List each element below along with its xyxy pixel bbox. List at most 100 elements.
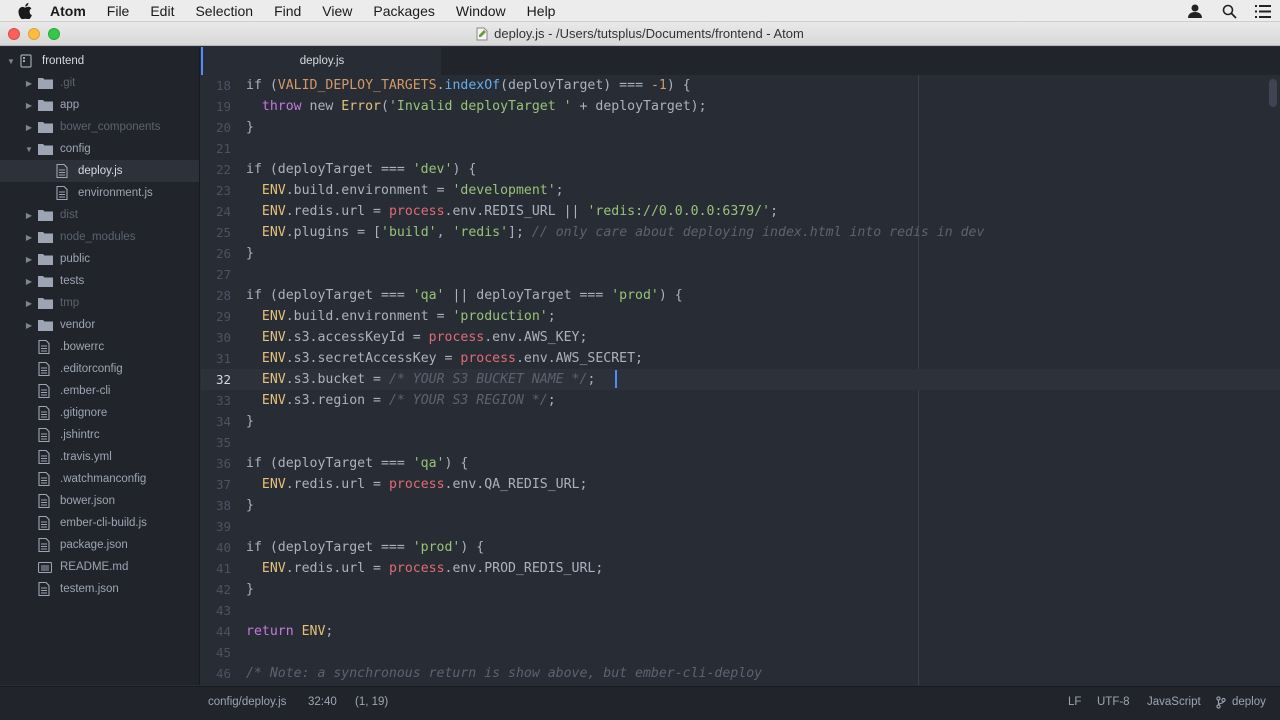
code-line[interactable]: 45 xyxy=(201,642,1280,663)
tree-root-frontend[interactable]: ▼ frontend xyxy=(0,50,199,72)
code-line[interactable]: 43 xyxy=(201,600,1280,621)
code-line[interactable]: 29 ENV.build.environment = 'production'; xyxy=(201,306,1280,327)
code-line[interactable]: 41 ENV.redis.url = process.env.PROD_REDI… xyxy=(201,558,1280,579)
code-line[interactable]: 19 throw new Error('Invalid deployTarget… xyxy=(201,96,1280,117)
folder-icon xyxy=(38,274,54,288)
tree-item-watchmanconfig[interactable]: .watchmanconfig xyxy=(0,468,199,490)
status-line-ending[interactable]: LF xyxy=(1068,687,1081,717)
code-line[interactable]: 33 ENV.s3.region = /* YOUR S3 REGION */; xyxy=(201,390,1280,411)
tree-item-label: dist xyxy=(60,209,78,221)
tree-item-jshintrc[interactable]: .jshintrc xyxy=(0,424,199,446)
code-line[interactable]: 30 ENV.s3.accessKeyId = process.env.AWS_… xyxy=(201,327,1280,348)
search-icon[interactable] xyxy=(1212,0,1246,22)
code-line[interactable]: 31 ENV.s3.secretAccessKey = process.env.… xyxy=(201,348,1280,369)
code-line[interactable]: 25 ENV.plugins = ['build', 'redis']; // … xyxy=(201,222,1280,243)
status-encoding[interactable]: UTF-8 xyxy=(1097,687,1130,717)
code-token: ENV xyxy=(261,351,286,366)
tree-item-tmp[interactable]: ▶ tmp xyxy=(0,292,199,314)
code-line[interactable]: 22 if (deployTarget === 'dev') { xyxy=(201,159,1280,180)
code-line[interactable]: 35 xyxy=(201,432,1280,453)
code-token: .build.environment = xyxy=(285,183,453,198)
code-line[interactable]: 38} xyxy=(201,495,1280,516)
tree-item-dist[interactable]: ▶ dist xyxy=(0,204,199,226)
tree-item-vendor[interactable]: ▶ vendor xyxy=(0,314,199,336)
menu-edit[interactable]: Edit xyxy=(150,0,174,22)
list-icon[interactable] xyxy=(1246,0,1280,22)
status-grammar[interactable]: JavaScript xyxy=(1147,687,1201,717)
file-icon xyxy=(38,362,54,376)
tree-item-git[interactable]: ▶ .git xyxy=(0,72,199,94)
tree-item-package-json[interactable]: package.json xyxy=(0,534,199,556)
menu-view[interactable]: View xyxy=(322,0,352,22)
code-line[interactable]: 39 xyxy=(201,516,1280,537)
code-line[interactable]: 42} xyxy=(201,579,1280,600)
code-token: VALID_DEPLOY_TARGETS xyxy=(277,78,437,93)
zoom-window-button[interactable] xyxy=(48,28,60,40)
code-line[interactable]: 20} xyxy=(201,117,1280,138)
code-editor[interactable]: 18 if (VALID_DEPLOY_TARGETS.indexOf(deplo… xyxy=(201,75,1280,685)
menu-packages[interactable]: Packages xyxy=(373,0,434,22)
code-token: , xyxy=(436,225,453,240)
status-git-branch[interactable]: deploy xyxy=(1216,687,1266,717)
code-line[interactable]: 40 if (deployTarget === 'prod') { xyxy=(201,537,1280,558)
line-number: 45 xyxy=(215,645,231,660)
code-token: process xyxy=(460,351,516,366)
file-icon xyxy=(38,582,54,596)
code-token: ) { xyxy=(452,162,477,177)
code-token: 'development' xyxy=(452,183,556,198)
user-icon[interactable] xyxy=(1178,0,1212,22)
code-token: ; xyxy=(547,393,556,408)
menu-file[interactable]: File xyxy=(107,0,130,22)
code-line[interactable]: 36 if (deployTarget === 'qa') { xyxy=(201,453,1280,474)
tree-item-config[interactable]: ▼ config xyxy=(0,138,199,160)
chevron-right-icon: ▶ xyxy=(25,320,33,330)
code-line[interactable]: 46 /* Note: a synchronous return is show … xyxy=(201,663,1280,684)
minimize-window-button[interactable] xyxy=(28,28,40,40)
tree-item-bowerrc[interactable]: .bowerrc xyxy=(0,336,199,358)
tree-item-deploy-js[interactable]: deploy.js xyxy=(0,160,199,182)
code-line[interactable]: 44 return ENV; xyxy=(201,621,1280,642)
tree-item-travis-yml[interactable]: .travis.yml xyxy=(0,446,199,468)
tab-deploy-js[interactable]: deploy.js xyxy=(201,47,441,75)
close-window-button[interactable] xyxy=(8,28,20,40)
line-number: 36 xyxy=(215,456,231,471)
line-number: 34 xyxy=(215,414,231,429)
apple-icon[interactable] xyxy=(18,0,36,22)
code-line[interactable]: 21 xyxy=(201,138,1280,159)
code-line[interactable]: 27 xyxy=(201,264,1280,285)
tree-item-environment-js[interactable]: environment.js xyxy=(0,182,199,204)
code-line[interactable]: 23 ENV.build.environment = 'development'… xyxy=(201,180,1280,201)
tree-item-tests[interactable]: ▶ tests xyxy=(0,270,199,292)
status-cursor-position[interactable]: 32:40 xyxy=(308,687,337,717)
tree-item-ember-cli-build-js[interactable]: ember-cli-build.js xyxy=(0,512,199,534)
code-line[interactable]: 28 if (deployTarget === 'qa' || deployTar… xyxy=(201,285,1280,306)
menu-find[interactable]: Find xyxy=(274,0,301,22)
code-line[interactable]: 32 ENV.s3.bucket = /* YOUR S3 BUCKET NAM… xyxy=(201,369,1280,390)
tree-item-bower-components[interactable]: ▶ bower_components xyxy=(0,116,199,138)
menu-selection[interactable]: Selection xyxy=(195,0,253,22)
code-token: .redis.url = xyxy=(285,204,389,219)
tree-item-bower-json[interactable]: bower.json xyxy=(0,490,199,512)
code-line[interactable]: 26} xyxy=(201,243,1280,264)
tree-item-ember-cli[interactable]: .ember-cli xyxy=(0,380,199,402)
code-line[interactable]: 37 ENV.redis.url = process.env.QA_REDIS_… xyxy=(201,474,1280,495)
code-line[interactable]: 18 if (VALID_DEPLOY_TARGETS.indexOf(deplo… xyxy=(201,75,1280,96)
code-line[interactable]: 34} xyxy=(201,411,1280,432)
code-token: 'prod' xyxy=(412,540,461,555)
tree-item-node-modules[interactable]: ▶ node_modules xyxy=(0,226,199,248)
tree-item-label: .git xyxy=(60,77,76,89)
code-token: process xyxy=(388,477,445,492)
menu-help[interactable]: Help xyxy=(527,0,556,22)
status-file-path[interactable]: config/deploy.js xyxy=(208,687,286,717)
menu-app-atom[interactable]: Atom xyxy=(50,0,86,22)
tree-item-public[interactable]: ▶ public xyxy=(0,248,199,270)
tree-item-gitignore[interactable]: .gitignore xyxy=(0,402,199,424)
tree-item-editorconfig[interactable]: .editorconfig xyxy=(0,358,199,380)
code-token: /* YOUR S3 BUCKET NAME */ xyxy=(388,372,588,387)
tree-item-readme-md[interactable]: README.md xyxy=(0,556,199,578)
tree-item-app[interactable]: ▶ app xyxy=(0,94,199,116)
menu-window[interactable]: Window xyxy=(456,0,506,22)
tree-item-testem-json[interactable]: testem.json xyxy=(0,578,199,600)
code-line[interactable]: 24 ENV.redis.url = process.env.REDIS_URL… xyxy=(201,201,1280,222)
